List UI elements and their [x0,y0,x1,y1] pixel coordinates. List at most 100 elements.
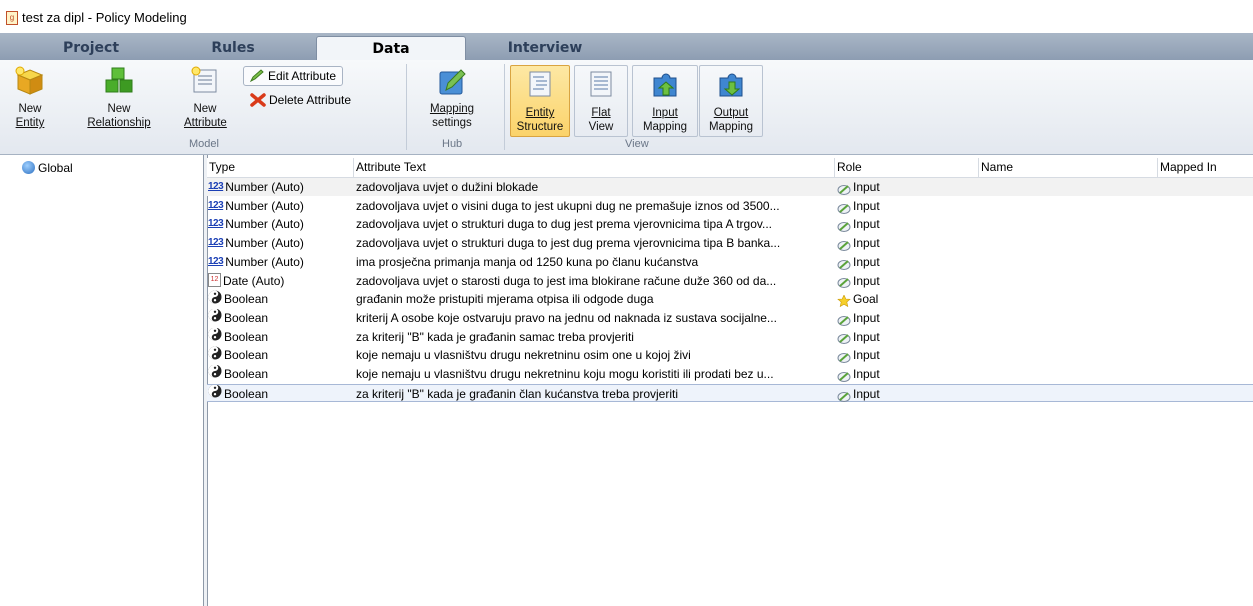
number-icon: 123 [208,199,224,211]
globe-icon [22,161,35,174]
mapping-settings-icon [436,66,468,96]
cell-role: Input [837,234,977,252]
delete-icon [250,93,266,107]
cell-role: Input [837,365,977,383]
cell-type: Boolean [208,384,354,403]
cell-role: Input [837,272,977,290]
input-icon [837,389,851,402]
entity-structure-icon [524,70,556,100]
cell-attribute-text: zadovoljava uvjet o starosti duga to jes… [356,273,777,288]
boolean-icon [208,327,222,346]
delete-attribute-button[interactable]: Delete Attribute [245,91,351,109]
tab-data[interactable]: Data [316,36,466,61]
cell-attribute-text: koje nemaju u vlasništvu drugu nekretnin… [356,367,774,381]
cell-role: Input [837,309,977,327]
cell-type: Boolean [208,365,354,383]
input-icon [837,331,851,345]
cell-attribute-text: za kriterij "B" kada je građanin samac t… [356,329,634,344]
tab-rules[interactable]: Rules [188,36,278,60]
cell-type: 123 Number (Auto) [208,215,354,233]
entity-structure-button[interactable]: Entity Structure [510,65,570,137]
table-row[interactable]: 123 Number (Auto) zadovoljava uvjet o duži… [207,178,1253,196]
table-row[interactable]: 123 Number (Auto) zadovoljava uvjet o visi… [207,197,1253,215]
ribbon-group-separator [504,64,505,150]
output-mapping-button[interactable]: Output Mapping [699,65,763,137]
cell-attribute-text: zadovoljava uvjet o visini duga to jest … [356,198,780,213]
table-row[interactable]: Boolean koje nemaju u vlasništvu drugu ne… [207,346,1253,364]
new-relationship-button[interactable]: New Relationship [80,66,158,130]
table-row[interactable]: Boolean za kriterij "B" kada je građanin … [207,327,1253,346]
cell-attribute-text: ima prosječna primanja manja od 1250 kun… [356,254,699,269]
boolean-icon [208,346,222,364]
tree-item-global[interactable]: Global [22,161,73,175]
tab-interview[interactable]: Interview [490,36,600,60]
cell-type: Boolean [208,290,354,308]
cell-attribute-text: zadovoljava uvjet o strukturi duga to je… [356,236,781,251]
cell-role: Input [837,178,977,196]
column-header-mapped-in[interactable]: Mapped In [1158,158,1253,177]
pencil-icon [249,69,265,83]
cell-type: 123 Number (Auto) [208,253,354,271]
boolean-icon [208,365,222,383]
cell-type: Boolean [208,346,354,364]
column-header-attribute-text[interactable]: Attribute Text [354,158,835,177]
number-icon: 123 [208,218,224,230]
table-row[interactable]: Boolean za kriterij "B" kada je građanin … [207,383,1253,403]
table-row[interactable]: 123 Number (Auto) zadovoljava uvjet o stru… [207,215,1253,233]
tab-project[interactable]: Project [46,36,136,60]
boolean-icon [208,308,222,327]
edit-attribute-button[interactable]: Edit Attribute [243,66,344,86]
cell-attribute-text: kriterij A osobe koje ostvaruju pravo na… [356,310,777,325]
table-row[interactable]: 123 Number (Auto) zadovoljava uvjet o stru… [207,234,1253,252]
input-icon [837,219,851,233]
table-row[interactable]: Boolean koje nemaju u vlasništvu drugu ne… [207,365,1253,383]
new-entity-icon [14,66,46,96]
column-header-name[interactable]: Name [979,158,1158,177]
cell-type: 12 Date (Auto) [208,272,354,290]
number-icon: 123 [208,255,224,267]
table-row[interactable]: 123 Number (Auto) ima prosječna primanja m… [207,253,1253,271]
ribbon-tab-bar: Project Rules Data Interview [0,33,1253,61]
input-icon [837,369,851,382]
input-icon [837,313,851,326]
number-icon: 123 [208,236,224,248]
cell-role: Input [837,385,977,403]
cell-attribute-text: zadovoljava uvjet o dužini blokade [356,180,539,194]
mapping-settings-button[interactable]: Mapping settings [422,66,482,130]
group-label-view: View [625,138,649,150]
input-mapping-button[interactable]: Input Mapping [632,65,698,137]
table-row[interactable]: Boolean građanin može pristupiti mjerama … [207,290,1253,308]
number-icon: 123 [208,180,224,192]
table-row[interactable]: 12 Date (Auto) zadovoljava uvjet o starost… [207,272,1253,290]
output-mapping-icon [715,70,747,100]
column-header-role[interactable]: Role [835,158,979,177]
cell-attribute-text: građanin može pristupiti mjerama otpisa … [356,292,654,307]
cell-attribute-text: za kriterij "B" kada je građanin član ku… [356,386,679,401]
input-icon [837,350,851,364]
cell-type: Boolean [208,308,354,327]
ribbon-group-separator [406,64,407,150]
cell-type: 123 Number (Auto) [208,234,354,252]
cell-role: Goal [837,290,977,308]
app-icon: g [6,11,18,25]
group-label-hub: Hub [442,138,463,150]
new-attribute-button[interactable]: New Attribute [184,66,227,130]
entity-tree-panel: Global [0,155,203,606]
cell-attribute-text: zadovoljava uvjet o strukturi duga to du… [356,217,772,232]
input-icon [837,275,851,289]
input-icon [837,257,851,270]
new-entity-button[interactable]: New Entity [10,66,50,130]
window-title: test za dipl - Policy Modeling [22,10,187,25]
boolean-icon [208,290,222,308]
cell-role: Input [837,197,977,215]
new-attribute-icon [189,66,221,96]
flat-view-icon [585,70,617,100]
column-header-type[interactable]: Type [207,158,354,177]
cell-role: Input [837,253,977,271]
input-mapping-icon [649,70,681,100]
table-row[interactable]: Boolean kriterij A osobe koje ostvaruju p… [207,308,1253,327]
flat-view-button[interactable]: Flat View [574,65,628,137]
goal-star-icon [837,294,851,308]
input-icon [837,201,851,214]
grid-header: Type Attribute Text Role Name Mapped In [207,158,1253,178]
